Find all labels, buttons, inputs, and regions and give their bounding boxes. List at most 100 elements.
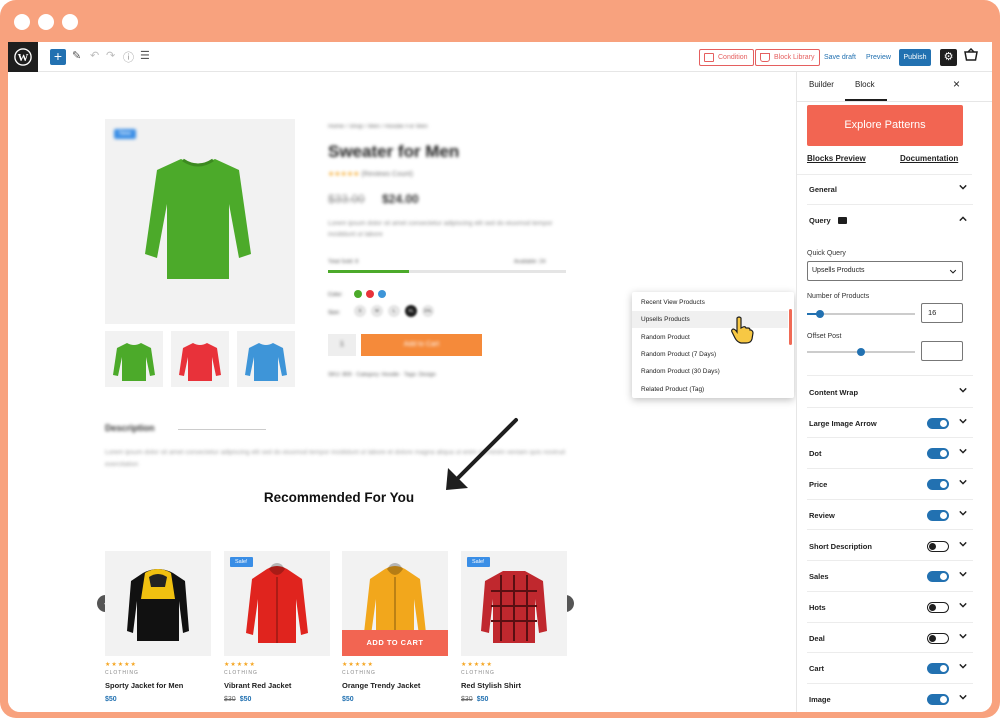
blocks-preview-link[interactable]: Blocks Preview — [807, 154, 866, 163]
chevron-down-icon[interactable] — [959, 570, 967, 578]
color-swatch-blue[interactable] — [378, 290, 386, 298]
chevron-down-icon[interactable] — [959, 662, 967, 670]
product-image[interactable]: ADD TO CART — [342, 551, 448, 656]
toggle-switch[interactable] — [927, 601, 949, 613]
setting-row-price[interactable]: Price — [807, 469, 973, 500]
undo-icon[interactable]: ↶ — [90, 49, 99, 62]
color-swatch-green[interactable] — [354, 290, 362, 298]
num-products-slider[interactable] — [807, 310, 915, 318]
product-main-image[interactable]: New — [105, 119, 295, 324]
product-card[interactable]: Sale! ★★★★★ CLOTHING Red Stylish Shirt $… — [461, 551, 567, 703]
product-card[interactable]: ADD TO CART ★★★★★ CLOTHING Orange Trendy… — [342, 551, 448, 703]
quantity-input[interactable]: 1 — [328, 334, 356, 356]
toggle-switch[interactable] — [927, 540, 949, 552]
quick-query-dropdown[interactable]: Recent View Products Upsells Products Rand… — [632, 292, 794, 398]
tab-builder[interactable]: Builder — [809, 80, 834, 89]
wordpress-logo-icon[interactable]: W — [8, 42, 38, 72]
info-icon[interactable]: ⓘ — [123, 49, 134, 65]
dropdown-option[interactable]: Recent View Products — [632, 294, 788, 311]
setting-row-deal[interactable]: Deal — [807, 623, 973, 654]
settings-gear-icon[interactable]: ⚙ — [940, 49, 957, 66]
setting-row-large-image-arrow[interactable]: Large Image Arrow — [807, 408, 973, 439]
pencil-icon[interactable]: ✎ — [72, 49, 81, 62]
product-card[interactable]: Sale! ★★★★★ CLOTHING Vibrant Red Jacket … — [224, 551, 330, 703]
size-option[interactable]: 2XL — [422, 305, 434, 317]
add-block-icon[interactable]: + — [50, 49, 66, 65]
setting-row-dot[interactable]: Dot — [807, 438, 973, 470]
chevron-down-icon[interactable] — [959, 386, 967, 394]
publish-button[interactable]: Publish — [899, 49, 931, 66]
close-icon[interactable]: × — [953, 77, 960, 91]
size-option[interactable]: S — [354, 305, 366, 317]
product-title[interactable]: Orange Trendy Jacket — [342, 681, 448, 690]
add-to-cart-overlay-button[interactable]: ADD TO CART — [342, 630, 448, 656]
product-title[interactable]: Red Stylish Shirt — [461, 681, 567, 690]
dropdown-option[interactable]: Related Product (Tag) — [632, 381, 788, 398]
dropdown-scrollbar[interactable] — [789, 309, 792, 345]
chevron-down-icon[interactable] — [959, 693, 967, 701]
editor-toolbar: W + ✎ ↶ ↷ ⓘ ☰ Condition Block Library Sa… — [8, 42, 992, 72]
toggle-switch[interactable] — [927, 663, 949, 675]
thumbnail-green[interactable] — [105, 331, 163, 387]
chevron-down-icon[interactable] — [959, 540, 967, 548]
chevron-down-icon[interactable] — [959, 447, 967, 455]
chevron-down-icon[interactable] — [959, 478, 967, 486]
toggle-switch[interactable] — [927, 479, 949, 491]
shop-basket-icon[interactable] — [964, 47, 978, 64]
offset-slider[interactable] — [807, 348, 915, 356]
thumbnail-red[interactable] — [171, 331, 229, 387]
quick-query-select[interactable]: Upsells Products — [807, 261, 963, 281]
product-title[interactable]: Sporty Jacket for Men — [105, 681, 211, 690]
toggle-switch[interactable] — [927, 417, 949, 429]
product-image[interactable]: Sale! — [224, 551, 330, 656]
preview-link[interactable]: Preview — [866, 54, 891, 61]
video-icon[interactable] — [838, 217, 847, 229]
product-card[interactable]: ★★★★★ CLOTHING Sporty Jacket for Men $50 — [105, 551, 211, 703]
add-to-cart-button[interactable]: Add to Cart — [361, 334, 482, 356]
toggle-switch[interactable] — [927, 632, 949, 644]
setting-row-review[interactable]: Review — [807, 500, 973, 531]
toggle-switch[interactable] — [927, 571, 949, 583]
chevron-down-icon[interactable] — [959, 417, 967, 425]
condition-button[interactable]: Condition — [699, 49, 754, 66]
chevron-down-icon[interactable] — [959, 601, 967, 609]
size-option[interactable]: L — [388, 305, 400, 317]
num-products-input[interactable]: 16 — [921, 303, 963, 323]
chevron-up-icon[interactable] — [959, 215, 967, 223]
size-option[interactable]: XL — [405, 305, 417, 317]
toggle-switch[interactable] — [927, 448, 949, 460]
offset-post-input[interactable] — [921, 341, 963, 361]
dropdown-option[interactable]: Random Product (30 Days) — [632, 363, 788, 380]
setting-row-image[interactable]: Image — [807, 684, 973, 712]
save-draft-link[interactable]: Save draft — [824, 54, 856, 61]
explore-patterns-button[interactable]: Explore Patterns — [807, 105, 963, 146]
section-general[interactable]: General — [807, 174, 973, 205]
setting-row-hots[interactable]: Hots — [807, 592, 973, 623]
product-title[interactable]: Vibrant Red Jacket — [224, 681, 330, 690]
dropdown-option[interactable]: Upsells Products — [632, 311, 788, 329]
dropdown-option[interactable]: Random Product — [632, 329, 788, 346]
dropdown-option[interactable]: Random Product (7 Days) — [632, 346, 788, 363]
num-products-slider-handle[interactable] — [815, 310, 824, 318]
block-library-button[interactable]: Block Library — [755, 49, 821, 66]
offset-slider-handle[interactable] — [857, 348, 865, 356]
setting-row-content-wrap[interactable]: Content Wrap — [807, 377, 973, 408]
chevron-down-icon[interactable] — [959, 509, 967, 517]
chevron-down-icon[interactable] — [959, 632, 967, 640]
chevron-down-icon[interactable] — [959, 183, 967, 191]
list-view-icon[interactable]: ☰ — [140, 49, 150, 62]
size-option[interactable]: M — [371, 305, 383, 317]
documentation-link[interactable]: Documentation — [900, 154, 958, 163]
rating-stars: ★★★★★ (Reviews Count) — [328, 171, 414, 178]
toggle-switch[interactable] — [927, 509, 949, 521]
setting-row-cart[interactable]: Cart — [807, 653, 973, 684]
setting-row-short-description[interactable]: Short Description — [807, 531, 973, 562]
tab-block[interactable]: Block — [855, 80, 875, 89]
thumbnail-blue[interactable] — [237, 331, 295, 387]
product-image[interactable]: Sale! — [461, 551, 567, 656]
product-image[interactable] — [105, 551, 211, 656]
color-swatch-red[interactable] — [366, 290, 374, 298]
redo-icon[interactable]: ↷ — [106, 49, 115, 62]
toggle-switch[interactable] — [927, 694, 949, 705]
setting-row-sales[interactable]: Sales — [807, 561, 973, 592]
